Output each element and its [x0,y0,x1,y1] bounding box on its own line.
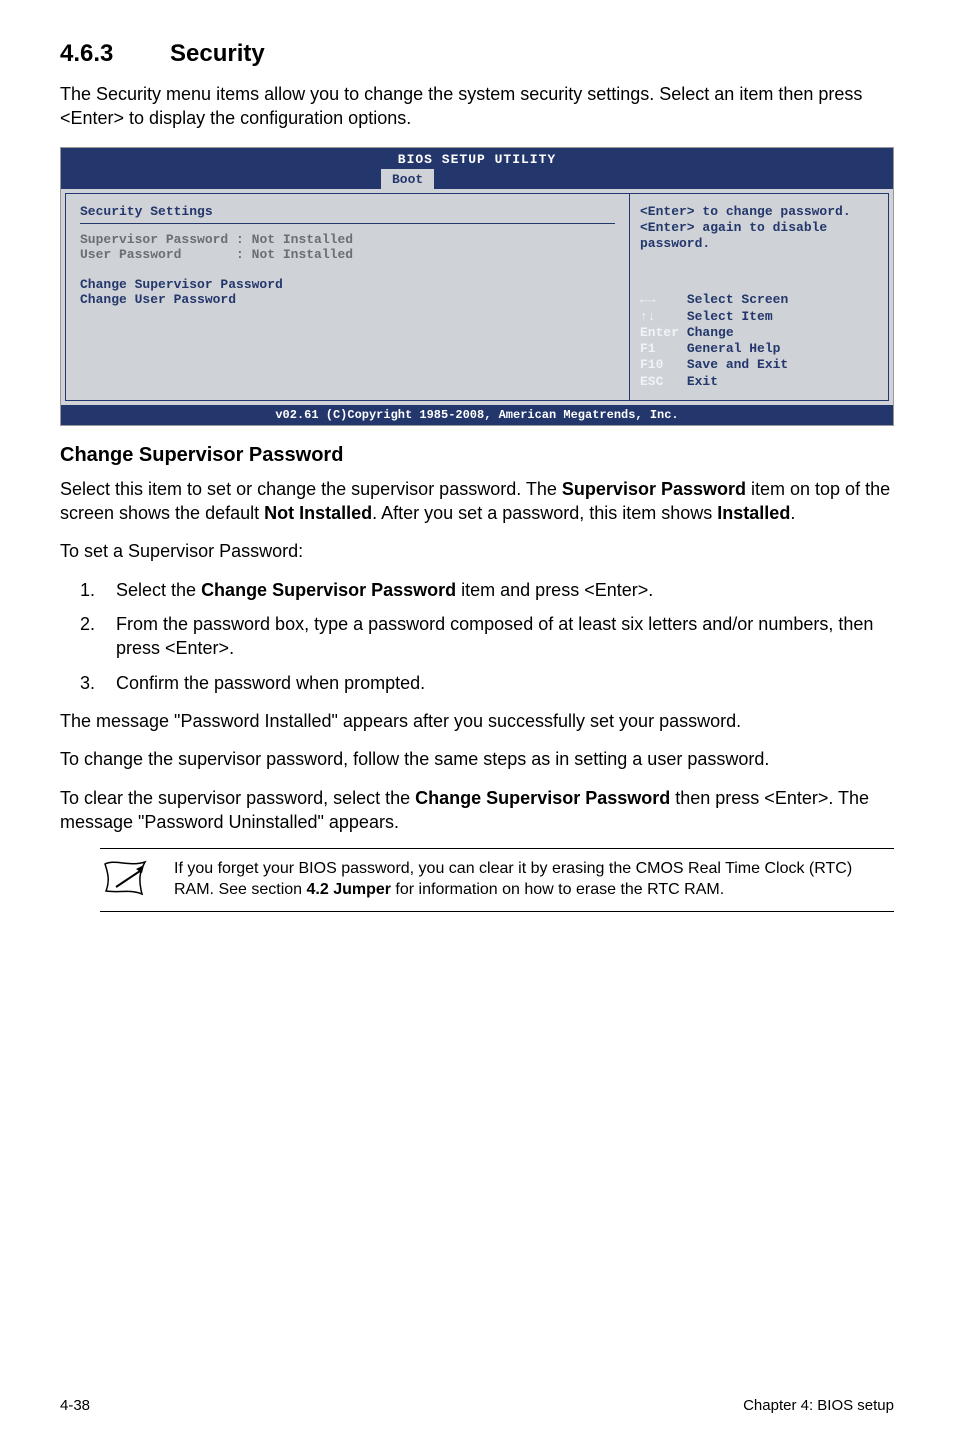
user-password-row: User Password : Not Installed [80,247,615,262]
user-password-label: User Password : [80,247,244,262]
paragraph-2: To set a Supervisor Password: [60,539,894,563]
paragraph-5: To clear the supervisor password, select… [60,786,894,835]
security-settings-heading: Security Settings [80,204,615,219]
bios-left-pane: Security Settings Supervisor Password : … [65,193,629,401]
change-user-password-item[interactable]: Change User Password [80,292,615,307]
page-number: 4-38 [60,1397,90,1414]
divider [80,223,615,224]
supervisor-password-value: Not Installed [252,232,353,247]
page-footer: 4-38 Chapter 4: BIOS setup [60,1397,894,1414]
change-supervisor-password-item[interactable]: Change Supervisor Password [80,277,615,292]
paragraph-1: Select this item to set or change the su… [60,477,894,526]
bios-body: Security Settings Supervisor Password : … [61,189,893,405]
intro-paragraph: The Security menu items allow you to cha… [60,82,894,131]
bios-help-text: <Enter> to change password. <Enter> agai… [640,204,878,253]
section-heading: 4.6.3Security [60,40,894,68]
user-password-value: Not Installed [252,247,353,262]
subsection-heading: Change Supervisor Password [60,444,894,467]
bios-tab-row: Boot [61,169,893,189]
step-1: Select the Change Supervisor Password it… [100,578,894,602]
help-line-1: <Enter> to change password. [640,204,878,220]
supervisor-password-row: Supervisor Password : Not Installed [80,232,615,247]
bios-copyright: v02.61 (C)Copyright 1985-2008, American … [61,405,893,425]
section-title: Security [170,40,265,67]
steps-list: Select the Change Supervisor Password it… [100,578,894,695]
note-icon [100,859,150,899]
paragraph-4: To change the supervisor password, follo… [60,747,894,771]
note-text: If you forget your BIOS password, you ca… [174,859,894,901]
note-box: If you forget your BIOS password, you ca… [100,848,894,912]
bios-key-legend: ←→ Select Screen ↑↓ Select Item Enter Ch… [640,292,878,390]
bios-help-pane: <Enter> to change password. <Enter> agai… [629,193,889,401]
key-select-item: ↑↓ Select Item [640,309,878,325]
bios-screenshot: BIOS SETUP UTILITY Boot Security Setting… [60,147,894,426]
key-exit: ESC Exit [640,374,878,390]
chapter-label: Chapter 4: BIOS setup [743,1397,894,1414]
bios-tab-boot[interactable]: Boot [381,169,434,189]
paragraph-3: The message "Password Installed" appears… [60,709,894,733]
bios-title: BIOS SETUP UTILITY [61,152,893,167]
key-save-exit: F10 Save and Exit [640,357,878,373]
supervisor-password-label: Supervisor Password : [80,232,244,247]
help-line-2: <Enter> again to disable password. [640,220,878,253]
step-2: From the password box, type a password c… [100,612,894,661]
bios-header: BIOS SETUP UTILITY Boot [61,148,893,189]
key-select-screen: ←→ Select Screen [640,292,878,308]
section-number: 4.6.3 [60,40,170,68]
key-change: Enter Change [640,325,878,341]
step-3: Confirm the password when prompted. [100,671,894,695]
key-general-help: F1 General Help [640,341,878,357]
